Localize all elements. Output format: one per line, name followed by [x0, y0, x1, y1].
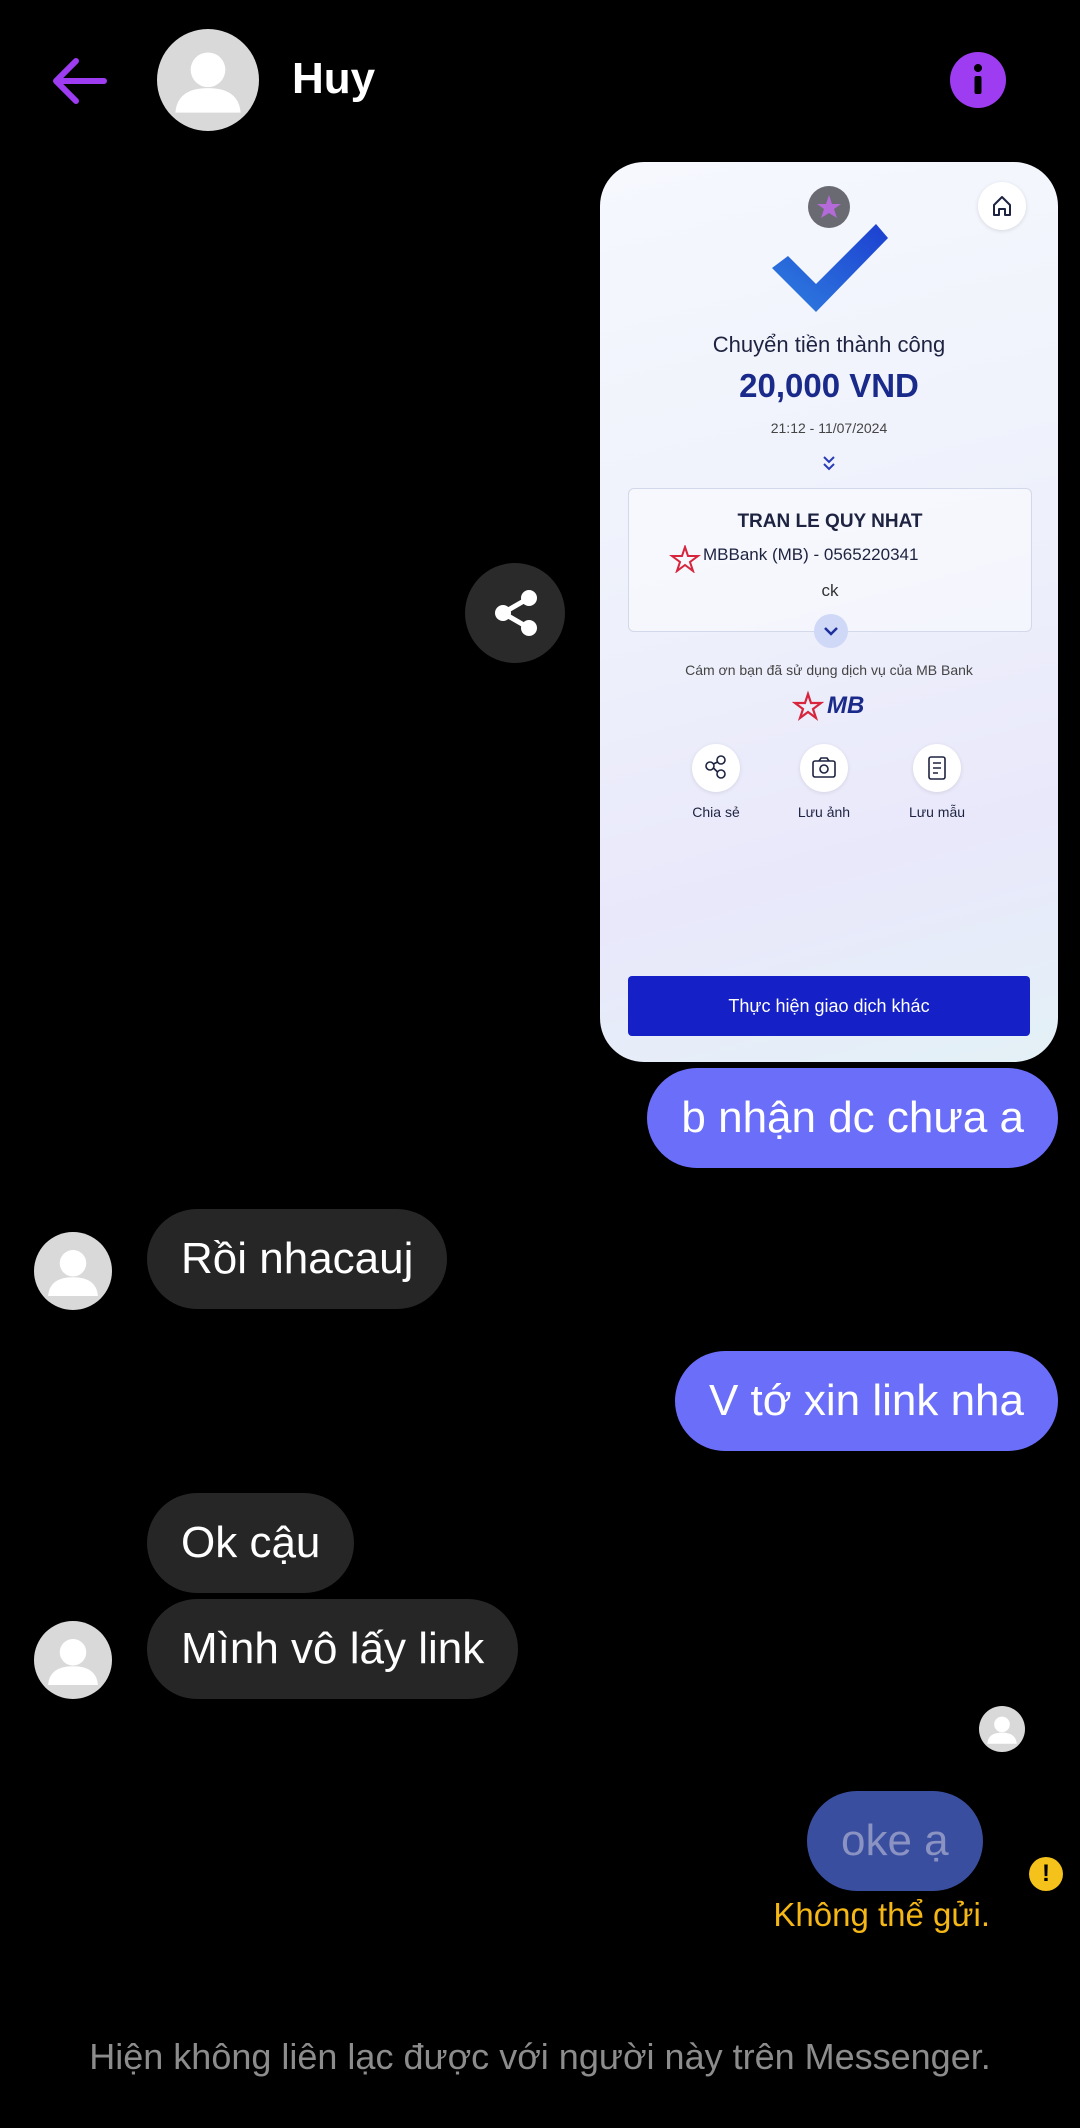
mb-star-icon: [669, 543, 701, 574]
contact-avatar[interactable]: [34, 1232, 112, 1310]
action-share-label: Chia sẻ: [692, 804, 740, 820]
warning-icon[interactable]: !: [1029, 1857, 1063, 1891]
outgoing-message[interactable]: V tớ xin link nha: [674, 1351, 1058, 1451]
incoming-message[interactable]: Ok cậu: [147, 1493, 355, 1593]
contact-name[interactable]: Huy: [292, 54, 375, 104]
incoming-message[interactable]: Rồi nhacauj: [147, 1209, 448, 1309]
outgoing-message[interactable]: b nhận dc chưa a: [647, 1068, 1058, 1168]
receipt-title: Chuyển tiền thành công: [712, 332, 946, 357]
action-save-image-label: Lưu ảnh: [797, 804, 851, 820]
recipient-name: TRAN LE QUY NHAT: [737, 511, 923, 532]
new-transaction-button[interactable]: Thực hiện giao dịch khác: [628, 976, 1030, 1036]
seen-avatar: [979, 1706, 1025, 1752]
checkmark-icon: [764, 206, 894, 316]
share-icon[interactable]: [465, 563, 565, 663]
failed-outgoing-message[interactable]: oke ạ: [807, 1791, 983, 1891]
contact-avatar[interactable]: [157, 29, 259, 131]
incoming-message[interactable]: Mình vô lấy link: [147, 1599, 519, 1699]
chevron-down-icon[interactable]: [814, 614, 848, 648]
receipt-amount: 20,000 VND: [739, 367, 919, 404]
action-save-template-label: Lưu mẫu: [908, 804, 966, 820]
send-failed-text: Không thể gửi.: [773, 1896, 990, 1933]
unavailable-notice: Hiện không liên lạc được với người này t…: [89, 2036, 991, 2077]
receipt-image[interactable]: Chuyển tiền thành công 20,000 VND 21:12 …: [600, 162, 1058, 1062]
mb-logo-text: MB: [827, 692, 865, 719]
camera-icon[interactable]: [800, 744, 848, 792]
home-icon[interactable]: [978, 182, 1026, 230]
document-icon[interactable]: [913, 744, 961, 792]
info-icon[interactable]: [950, 52, 1006, 108]
share-nodes-icon[interactable]: [692, 744, 740, 792]
back-arrow-icon[interactable]: [48, 50, 110, 112]
recipient-box: TRAN LE QUY NHAT MBBank (MB) - 056522034…: [628, 488, 1032, 632]
bank-account: MBBank (MB) - 0565220341: [703, 545, 919, 564]
receipt-datetime: 21:12 - 11/07/2024: [770, 420, 888, 436]
transfer-note: ck: [821, 581, 839, 600]
contact-avatar[interactable]: [34, 1621, 112, 1699]
thanks-text: Cám ơn bạn đã sử dụng dịch vụ của MB Ban…: [685, 662, 973, 678]
chevron-double-down-icon: [814, 452, 844, 476]
